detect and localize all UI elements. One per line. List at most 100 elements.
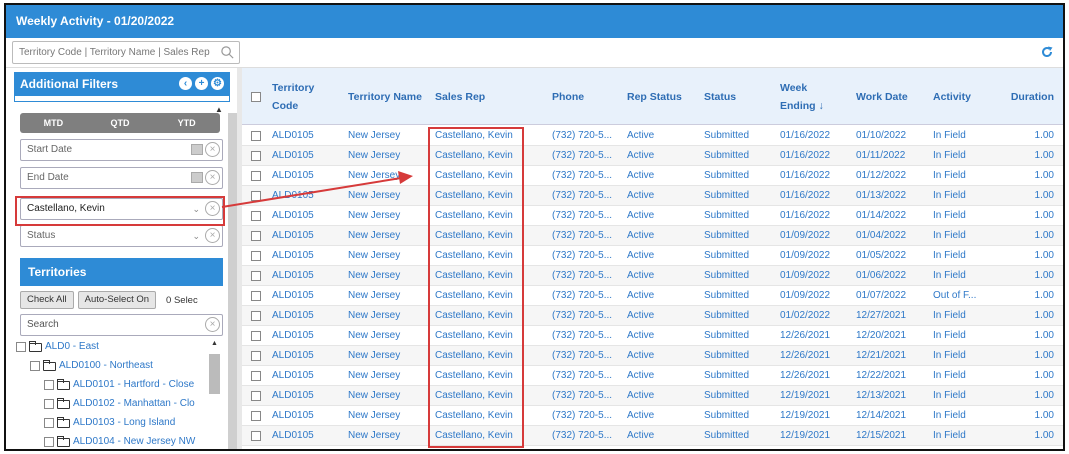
cell-territory-code[interactable]: ALD0105	[272, 146, 342, 166]
table-row[interactable]: ALD0105 New Jersey Castellano, Kevin (732) …	[242, 146, 1063, 166]
tree-item[interactable]: ALD0 - East	[16, 338, 99, 356]
cell-sales-rep[interactable]: Castellano, Kevin	[435, 246, 535, 266]
tree-scrollbar[interactable]: ▲	[209, 338, 220, 449]
collapse-left-icon[interactable]: ‹	[179, 77, 192, 90]
tree-item[interactable]: ALD0101 - Hartford - Close	[44, 376, 194, 394]
row-checkbox[interactable]	[251, 131, 261, 141]
row-checkbox[interactable]	[251, 211, 261, 221]
row-checkbox[interactable]	[251, 251, 261, 261]
cell-territory-code[interactable]: ALD0105	[272, 386, 342, 406]
cell-sales-rep[interactable]: Castellano, Kevin	[435, 406, 535, 426]
clear-icon[interactable]: ×	[205, 317, 220, 332]
table-row[interactable]: ALD0105 New Jersey Castellano, Kevin (732) …	[242, 366, 1063, 386]
checkbox[interactable]	[44, 437, 54, 447]
cell-sales-rep[interactable]: Castellano, Kevin	[435, 266, 535, 286]
table-row[interactable]: ALD0105 New Jersey Castellano, Kevin (732) …	[242, 186, 1063, 206]
calendar-icon[interactable]	[191, 172, 203, 183]
row-checkbox[interactable]	[251, 331, 261, 341]
row-checkbox[interactable]	[251, 231, 261, 241]
clear-icon[interactable]: ×	[205, 170, 220, 185]
cell-territory-code[interactable]: ALD0105	[272, 366, 342, 386]
row-checkbox[interactable]	[251, 151, 261, 161]
row-checkbox[interactable]	[251, 411, 261, 421]
gear-icon[interactable]: ⚙	[211, 77, 224, 90]
cell-sales-rep[interactable]: Castellano, Kevin	[435, 146, 535, 166]
add-filter-icon[interactable]: +	[195, 77, 208, 90]
table-row[interactable]: ALD0105 New Jersey Castellano, Kevin (732) …	[242, 426, 1063, 446]
table-row[interactable]: ALD0105 New Jersey Castellano, Kevin (732) …	[242, 286, 1063, 306]
cell-territory-code[interactable]: ALD0105	[272, 246, 342, 266]
auto-select-button[interactable]: Auto-Select On	[77, 291, 157, 309]
cell-sales-rep[interactable]: Castellano, Kevin	[435, 326, 535, 346]
table-row[interactable]: ALD0105 New Jersey Castellano, Kevin (732) …	[242, 406, 1063, 426]
row-checkbox[interactable]	[251, 291, 261, 301]
table-row[interactable]: ALD0105 New Jersey Castellano, Kevin (732) …	[242, 246, 1063, 266]
checkbox[interactable]	[30, 361, 40, 371]
cell-territory-code[interactable]: ALD0105	[272, 286, 342, 306]
column-status[interactable]: Status	[704, 68, 764, 125]
cell-territory-code[interactable]: ALD0105	[272, 346, 342, 366]
table-row[interactable]: ALD0105 New Jersey Castellano, Kevin (732) …	[242, 206, 1063, 226]
checkbox[interactable]	[44, 418, 54, 428]
cell-sales-rep[interactable]: Castellano, Kevin	[435, 346, 535, 366]
cell-territory-code[interactable]: ALD0105	[272, 266, 342, 286]
end-date-field[interactable]: End Date ×	[20, 167, 223, 189]
tree-item[interactable]: ALD0103 - Long Island	[44, 414, 175, 432]
column-duration[interactable]: Duration	[992, 68, 1054, 125]
cell-sales-rep[interactable]: Castellano, Kevin	[435, 126, 535, 146]
cell-territory-code[interactable]: ALD0105	[272, 166, 342, 186]
row-checkbox[interactable]	[251, 311, 261, 321]
refresh-icon[interactable]	[1041, 46, 1053, 58]
cell-sales-rep[interactable]: Castellano, Kevin	[435, 386, 535, 406]
table-row[interactable]: ALD0105 New Jersey Castellano, Kevin (732) …	[242, 266, 1063, 286]
search-icon[interactable]	[220, 45, 235, 60]
table-row[interactable]: ALD0105 New Jersey Castellano, Kevin (732) …	[242, 386, 1063, 406]
cell-territory-code[interactable]: ALD0105	[272, 206, 342, 226]
territory-search-input[interactable]: Search ×	[20, 314, 223, 336]
clear-icon[interactable]: ×	[205, 142, 220, 157]
table-row[interactable]: ALD0105 New Jersey Castellano, Kevin (732) …	[242, 346, 1063, 366]
column-activity[interactable]: Activity	[933, 68, 988, 125]
row-checkbox[interactable]	[251, 271, 261, 281]
tree-item[interactable]: ALD0104 - New Jersey NW	[44, 433, 195, 449]
table-row[interactable]: ALD0105 New Jersey Castellano, Kevin (732) …	[242, 166, 1063, 186]
tree-item[interactable]: ALD0102 - Manhattan - Clo	[44, 395, 195, 413]
row-checkbox[interactable]	[251, 171, 261, 181]
global-search-input[interactable]: Territory Code | Territory Name | Sales …	[12, 41, 240, 64]
cell-territory-code[interactable]: ALD0105	[272, 326, 342, 346]
tree-item[interactable]: ALD0100 - Northeast	[30, 357, 153, 375]
table-row[interactable]: ALD0105 New Jersey Castellano, Kevin (732) …	[242, 126, 1063, 146]
period-ytd-button[interactable]: YTD	[153, 113, 220, 133]
period-qtd-button[interactable]: QTD	[87, 113, 154, 133]
cell-territory-code[interactable]: ALD0105	[272, 406, 342, 426]
column-rep-status[interactable]: Rep Status	[627, 68, 697, 125]
period-mtd-button[interactable]: MTD	[20, 113, 87, 133]
cell-territory-code[interactable]: ALD0105	[272, 226, 342, 246]
row-checkbox[interactable]	[251, 371, 261, 381]
cell-sales-rep[interactable]: Castellano, Kevin	[435, 166, 535, 186]
clear-icon[interactable]: ×	[205, 228, 220, 243]
column-sales-rep[interactable]: Sales Rep	[435, 68, 525, 125]
scroll-up-arrow-icon[interactable]: ▲	[211, 340, 218, 347]
cell-territory-code[interactable]: ALD0105	[272, 426, 342, 446]
status-select[interactable]: Status ⌄ ×	[20, 225, 223, 247]
cell-sales-rep[interactable]: Castellano, Kevin	[435, 306, 535, 326]
column-territory-code[interactable]: Territory Code	[272, 68, 332, 125]
cell-territory-code[interactable]: ALD0105	[272, 306, 342, 326]
checkbox[interactable]	[16, 342, 26, 352]
cell-sales-rep[interactable]: Castellano, Kevin	[435, 366, 535, 386]
checkbox[interactable]	[44, 399, 54, 409]
table-row[interactable]: ALD0105 New Jersey Castellano, Kevin (732) …	[242, 226, 1063, 246]
select-all-checkbox[interactable]	[251, 92, 261, 102]
cell-sales-rep[interactable]: Castellano, Kevin	[435, 286, 535, 306]
start-date-field[interactable]: Start Date ×	[20, 139, 223, 161]
cell-sales-rep[interactable]: Castellano, Kevin	[435, 206, 535, 226]
cell-territory-code[interactable]: ALD0105	[272, 126, 342, 146]
checkbox[interactable]	[44, 380, 54, 390]
filter-panel-scrollbar[interactable]	[228, 113, 237, 449]
cell-sales-rep[interactable]: Castellano, Kevin	[435, 226, 535, 246]
table-row[interactable]: ALD0105 New Jersey Castellano, Kevin (732) …	[242, 306, 1063, 326]
column-week-ending[interactable]: Week Ending ↓	[780, 68, 830, 125]
table-row[interactable]: ALD0105 New Jersey Castellano, Kevin (732) …	[242, 326, 1063, 346]
cell-sales-rep[interactable]: Castellano, Kevin	[435, 186, 535, 206]
